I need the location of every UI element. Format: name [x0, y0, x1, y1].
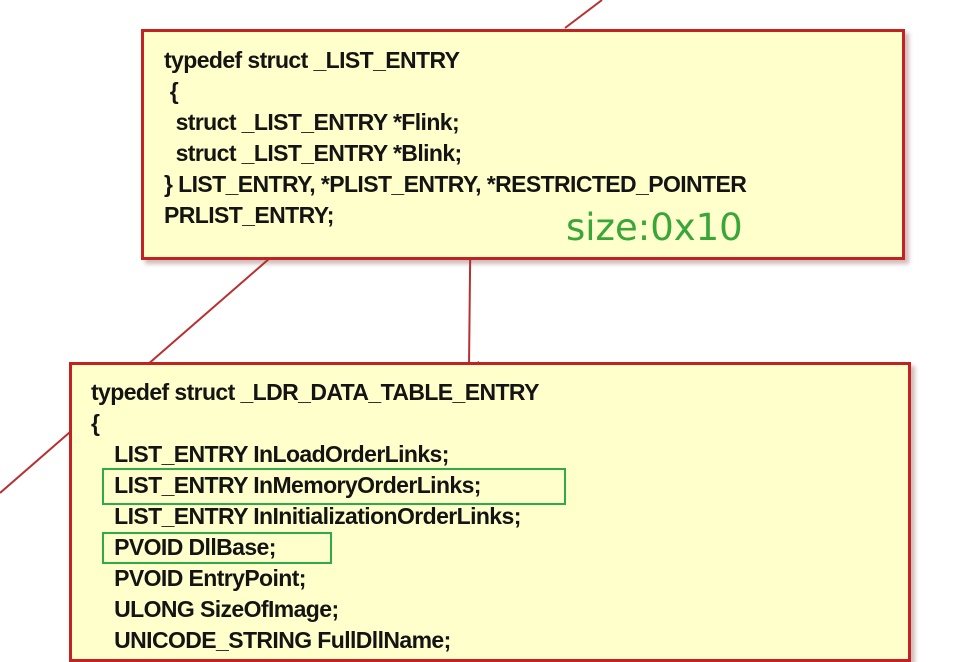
ldr-line-entry-point: PVOID EntryPoint;: [91, 565, 306, 591]
ldr-line-full-dll-name: UNICODE_STRING FullDllName;: [91, 627, 451, 653]
highlight-in-memory-order-links: [102, 468, 566, 505]
diagonal-connector-top: [564, 0, 603, 29]
ldr-data-table-entry-struct-box: typedef struct _LDR_DATA_TABLE_ENTRY { L…: [69, 362, 911, 662]
size-annotation: size:0x10: [566, 206, 743, 249]
list-entry-line-typedef: typedef struct _LIST_ENTRY: [164, 47, 460, 73]
list-entry-line-open-brace: {: [164, 78, 179, 104]
list-entry-line-blink: struct _LIST_ENTRY *Blink;: [164, 140, 463, 166]
list-entry-struct-box: typedef struct _LIST_ENTRY { struct _LIS…: [141, 29, 905, 260]
ldr-line-size-of-image: ULONG SizeOfImage;: [91, 596, 339, 622]
list-entry-line-typenames: } LIST_ENTRY, *PLIST_ENTRY, *RESTRICTED_…: [164, 171, 747, 197]
ldr-line-open-brace: {: [91, 410, 100, 436]
list-entry-line-prlist: PRLIST_ENTRY;: [164, 202, 334, 228]
ldr-line-in-load-order-links: LIST_ENTRY InLoadOrderLinks;: [91, 441, 449, 467]
list-entry-line-flink: struct _LIST_ENTRY *Flink;: [164, 109, 460, 135]
ldr-line-in-initialization-order-links: LIST_ENTRY InInitializationOrderLinks;: [91, 503, 521, 529]
highlight-dllbase: [102, 532, 332, 564]
ldr-line-typedef: typedef struct _LDR_DATA_TABLE_ENTRY: [91, 379, 539, 405]
